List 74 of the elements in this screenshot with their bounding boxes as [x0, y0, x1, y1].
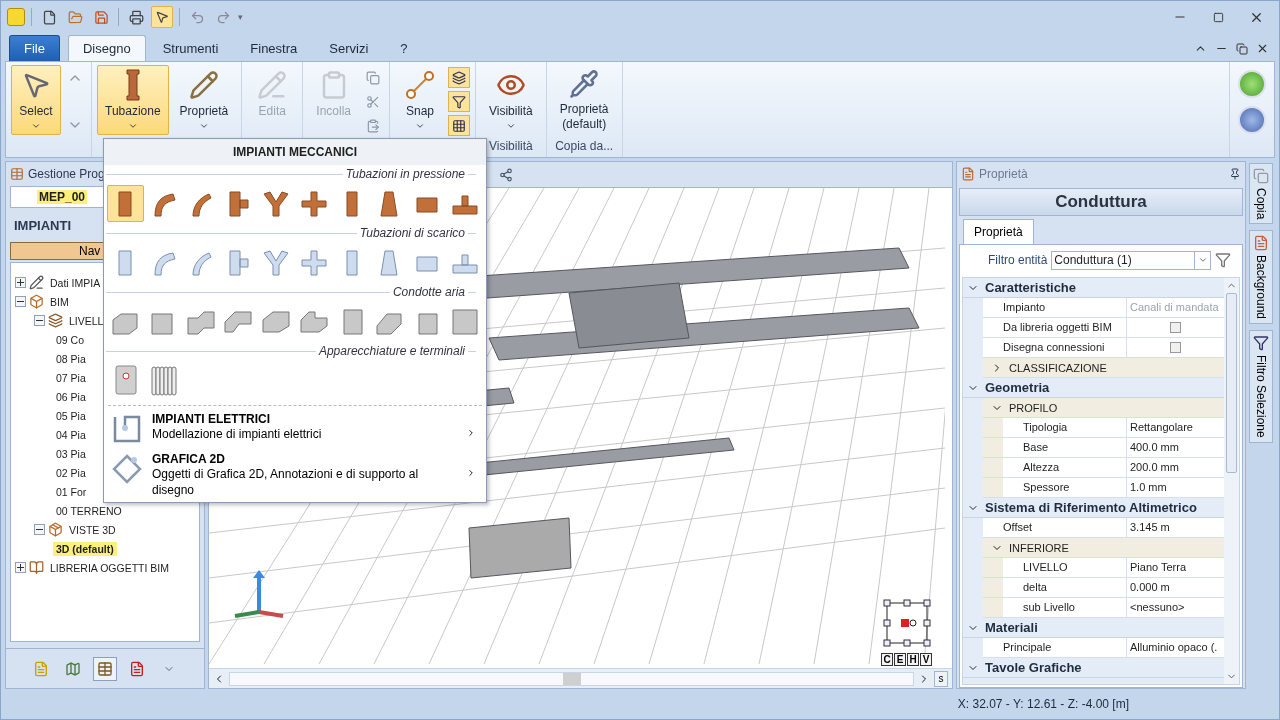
section-title[interactable]: Materiali	[985, 620, 1038, 635]
object-title: Conduttura	[959, 188, 1243, 216]
menu-title: IMPIANTI MECCANICI	[104, 139, 486, 165]
view-button[interactable]: V	[920, 653, 932, 666]
property-value[interactable]: Rettangolare	[1127, 418, 1224, 437]
property-label: sub Livello	[1003, 598, 1127, 617]
section-title[interactable]: Tavole Grafiche	[985, 660, 1082, 675]
view-button[interactable]: C	[881, 653, 893, 666]
tree-item[interactable]: 06 Pia	[53, 389, 89, 404]
property-value[interactable]: 1.0 mm	[1127, 478, 1224, 497]
side-tab[interactable]: Copia	[1249, 163, 1273, 225]
tree-item[interactable]: 02 Pia	[53, 465, 89, 480]
property-label: LIVELLO	[1003, 558, 1127, 577]
ribbon-button[interactable]: Snap	[395, 65, 445, 135]
section-title: IMPIANTI	[13, 216, 73, 235]
tree-item[interactable]: LIBRERIA OGGETTI BIM	[47, 560, 173, 575]
section-title[interactable]: Caratteristiche	[985, 280, 1077, 295]
section-title[interactable]: Geometria	[985, 380, 1050, 395]
ribbon-tab[interactable]: File	[9, 35, 60, 61]
tree-item[interactable]: 3D (default)	[53, 541, 117, 556]
ribbon-tab[interactable]: Servizi	[314, 35, 384, 61]
tree-item[interactable]: 09 Co	[53, 332, 88, 347]
properties-tab[interactable]: Proprietà	[963, 219, 1034, 244]
property-label: delta	[1003, 578, 1127, 597]
side-tab[interactable]: Filtro Selezione	[1249, 330, 1273, 444]
tree-item[interactable]: VISTE 3D	[66, 522, 119, 537]
view-button[interactable]: H	[907, 653, 919, 666]
tree-item[interactable]: 05 Pia	[53, 408, 89, 423]
menu-section-title: Apparecchiature e terminali	[318, 344, 465, 358]
ribbon-button[interactable]: Proprietà (default)	[551, 65, 617, 135]
entity-filter-select[interactable]: Conduttura (1)	[1051, 250, 1212, 270]
menu-section-title: Condotte aria	[392, 285, 465, 299]
ribbon-button[interactable]: Tubazione	[97, 65, 169, 135]
tree-item[interactable]: 00 TERRENO	[53, 503, 125, 518]
property-value[interactable]: 400.0 mm	[1127, 438, 1224, 457]
property-label: Altezza	[1003, 458, 1127, 477]
tree-item[interactable]: 08 Pia	[53, 351, 89, 366]
submenu-entry[interactable]: GRAFICA 2D Oggetti di Grafica 2D, Annotazioni e di supporto al disegno	[104, 448, 486, 500]
tree-item[interactable]: 03 Pia	[53, 446, 89, 461]
menu-section-title: Tubazioni di scarico	[359, 226, 465, 240]
section-title[interactable]: Sistema di Riferimento Altimetrico	[985, 500, 1197, 515]
tree-item[interactable]: LIVELL	[66, 313, 107, 328]
property-label: Tipologia	[1003, 418, 1127, 437]
ribbon-button[interactable]: Select	[11, 65, 61, 135]
ribbon-button[interactable]: Proprietà	[171, 65, 237, 135]
filter-label: Filtro entità	[988, 253, 1048, 267]
ribbon-tab[interactable]: Disegno	[67, 35, 146, 61]
menu-section-title: Tubazioni in pressione	[345, 167, 465, 181]
customize-caret[interactable]: ▾	[238, 12, 243, 22]
submenu-entry[interactable]: IMPIANTI ELETTRICI Modellazione di impianti elettrici	[104, 408, 486, 448]
view-button[interactable]: E	[894, 653, 906, 666]
ribbon-button[interactable]: Visibilità	[481, 65, 541, 135]
property-value[interactable]: <nessuno>	[1127, 598, 1224, 617]
tree-item[interactable]: BIM	[47, 294, 72, 309]
property-label: Spessore	[1003, 478, 1127, 497]
tree-item[interactable]: 01 For	[53, 484, 90, 499]
group-label[interactable]: INFERIORE	[1009, 541, 1069, 554]
side-tab[interactable]: Background	[1249, 230, 1273, 325]
tree-item[interactable]: 07 Pia	[53, 370, 89, 385]
property-value[interactable]: 0.000 m	[1127, 578, 1224, 597]
corner-button[interactable]: s	[934, 670, 948, 687]
panel-title: Proprietà	[979, 167, 1028, 181]
ribbon-tab[interactable]: Finestra	[235, 35, 313, 61]
property-value[interactable]: 200.0 mm	[1127, 458, 1224, 477]
ribbon-tab[interactable]: Strumenti	[147, 35, 234, 61]
ribbon-tab[interactable]: ?	[385, 35, 423, 61]
coordinates-readout: X: 32.07 - Y: 12.61 - Z: -4.00 [m]	[957, 697, 1129, 711]
property-label: Base	[1003, 438, 1127, 457]
group-label: Visibilità	[488, 138, 534, 155]
property-value[interactable]: Piano Terra	[1127, 558, 1224, 577]
group-label[interactable]: PROFILO	[1009, 401, 1058, 414]
tree-item[interactable]: 04 Pia	[53, 427, 89, 442]
group-label: Copia da...	[554, 138, 615, 155]
tree-item[interactable]: Dati IMPIA	[47, 275, 104, 290]
